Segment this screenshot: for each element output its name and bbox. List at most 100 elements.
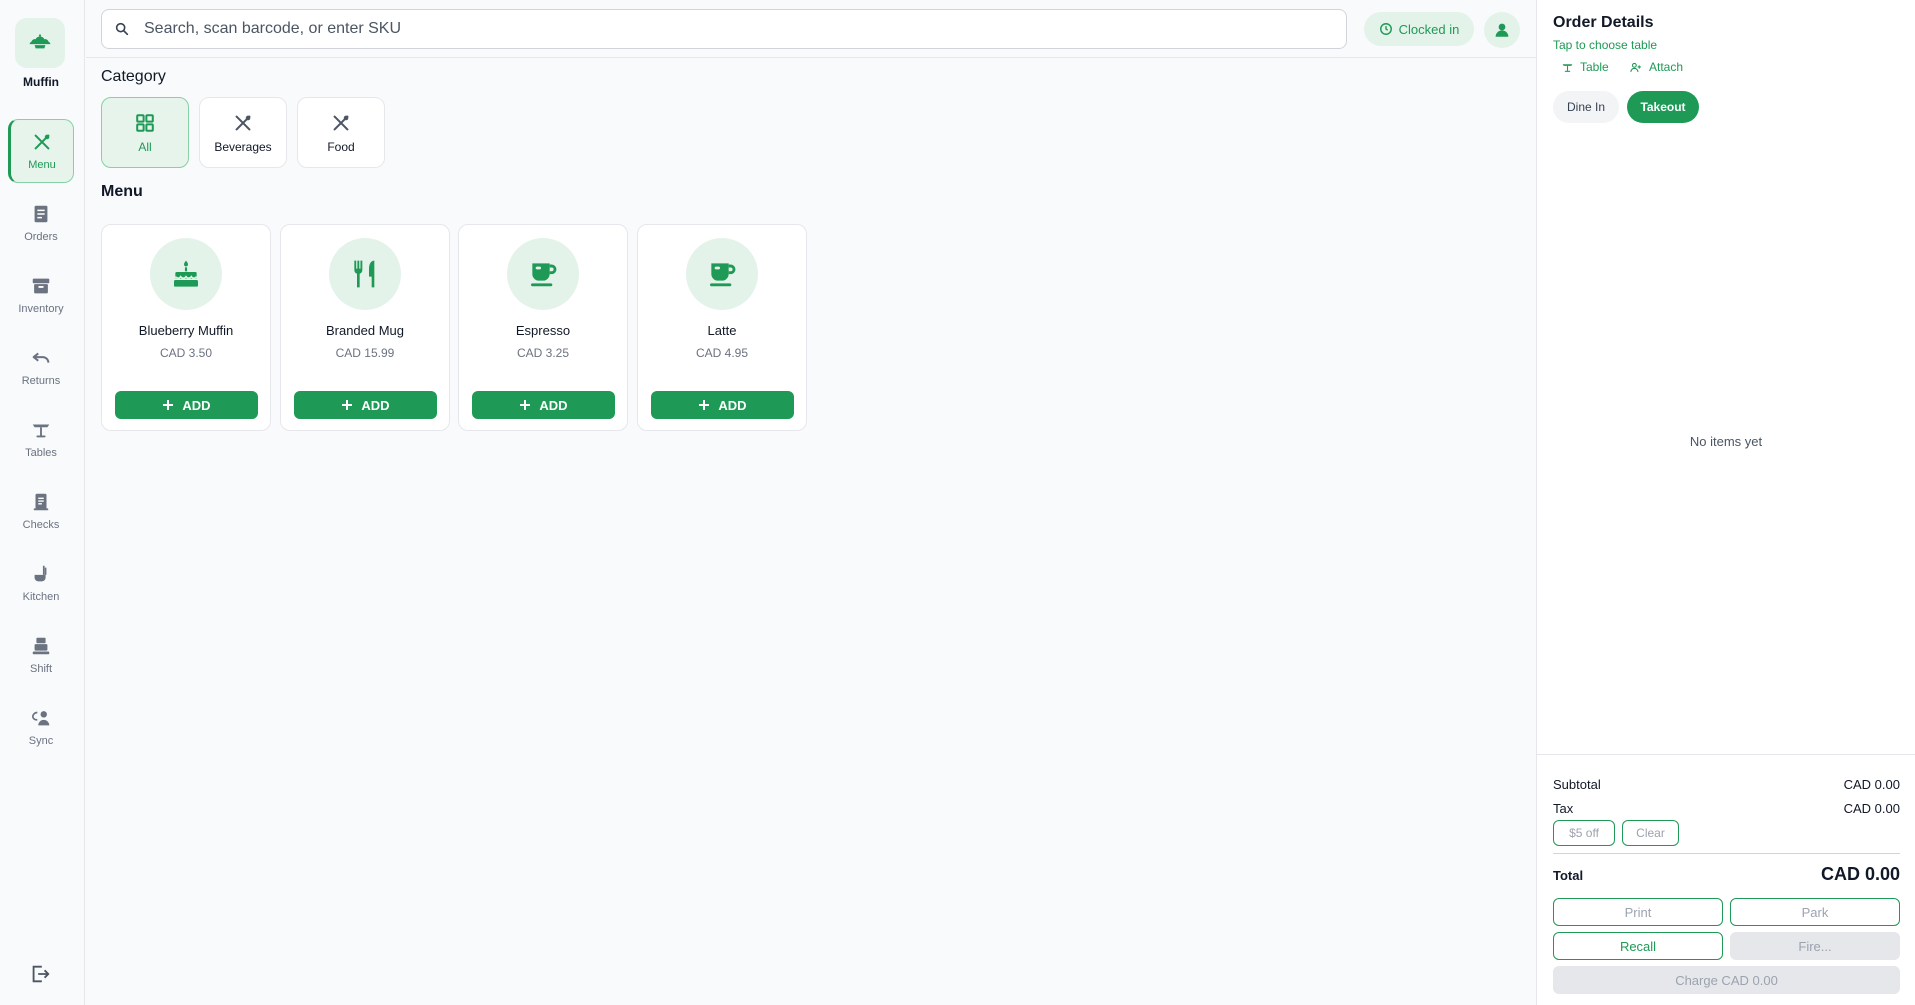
clock-icon [1379,23,1392,35]
table-button-label: Table [1580,60,1609,74]
avatar[interactable] [1484,12,1520,48]
table-icon [1562,63,1573,72]
subtotal-label: Subtotal [1553,777,1601,792]
recall-button[interactable]: Recall [1553,932,1723,960]
sidebar-item-label: Kitchen [22,591,60,603]
sidebar-item-returns[interactable]: Returns [8,335,74,399]
product-card[interactable]: Latte CAD 4.95 ADD [637,224,807,431]
sidebar-item-kitchen[interactable]: Kitchen [8,551,74,615]
order-panel: Order Details Tap to choose table Table … [1536,0,1915,1005]
product-card[interactable]: Blueberry Muffin CAD 3.50 ADD [101,224,271,431]
park-button[interactable]: Park [1730,898,1900,926]
product-name: Branded Mug [325,323,405,338]
category-food[interactable]: Food [297,97,385,168]
category-beverages[interactable]: Beverages [199,97,287,168]
total-value: CAD 0.00 [1820,864,1900,884]
add-button[interactable]: ADD [115,391,258,419]
product-card[interactable]: Branded Mug CAD 15.99 ADD [280,224,450,431]
product-icon-wrap [150,238,222,310]
sync-icon [31,711,50,726]
brand-name: Muffin [23,75,59,89]
sidebar-item-label: Tables [25,447,57,459]
search-icon [115,22,129,36]
empty-order-message: No items yet [1689,434,1763,449]
choose-table-link[interactable]: Tap to choose table [1553,38,1657,52]
attach-customer-button[interactable]: Attach [1629,60,1683,74]
clock-status-label: Clocked in [1398,21,1460,37]
charge-button[interactable]: Charge CAD 0.00 [1553,966,1900,994]
sprout-icon[interactable] [15,18,65,68]
user-icon [1495,23,1509,37]
clear-button[interactable]: Clear [1622,820,1679,846]
category-heading: Category [101,68,166,85]
sidebar-item-label: Orders [24,231,58,243]
archive-box-icon [32,278,50,294]
clock-status-button[interactable]: Clocked in [1364,12,1474,46]
coffee-cup-icon [531,263,557,287]
sidebar-item-checks[interactable]: Checks [8,479,74,543]
sidebar: Muffin Menu Orders Inventory Returns Tab… [0,0,85,1005]
add-label: ADD [718,397,747,413]
attach-user-icon [1630,62,1641,72]
sidebar-item-orders[interactable]: Orders [8,191,74,255]
tax-value: CAD 0.00 [1843,801,1900,816]
discount-button[interactable]: $5 off [1553,820,1615,846]
check-receipt-icon [33,493,49,511]
sidebar-item-label: Menu [28,159,56,171]
add-button[interactable]: ADD [472,391,615,419]
product-price: CAD 15.99 [335,346,395,360]
add-button[interactable]: ADD [651,391,794,419]
dine-in-toggle[interactable]: Dine In [1553,91,1619,123]
total-label: Total [1553,868,1584,883]
plus-icon [699,400,710,410]
sidebar-item-label: Sync [28,735,54,747]
sidebar-item-tables[interactable]: Tables [8,407,74,471]
add-label: ADD [361,397,390,413]
plus-icon [520,400,531,410]
print-button[interactable]: Print [1553,898,1723,926]
product-price: CAD 4.95 [695,346,749,360]
category-all[interactable]: All [101,97,189,168]
utensils-icon [333,115,349,130]
sidebar-item-shift[interactable]: Shift [8,623,74,687]
sidebar-item-menu[interactable]: Menu [8,119,74,183]
top-bar: Clocked in [86,0,1536,58]
takeout-toggle[interactable]: Takeout [1627,91,1699,123]
menu-heading: Menu [101,183,143,200]
sidebar-item-label: Inventory [18,303,64,315]
fire-button[interactable]: Fire... [1730,932,1900,960]
divider [1553,853,1900,854]
fork-knife-icon [354,260,375,288]
utensils-icon [34,134,50,150]
subtotal-value: CAD 0.00 [1843,777,1900,792]
category-label: Food [327,139,355,154]
sidebar-item-inventory[interactable]: Inventory [8,263,74,327]
search-input[interactable] [144,20,1294,38]
product-card[interactable]: Espresso CAD 3.25 ADD [458,224,628,431]
attach-button-label: Attach [1649,60,1684,74]
add-button[interactable]: ADD [294,391,437,419]
product-price: CAD 3.25 [516,346,570,360]
product-name: Espresso [515,323,571,338]
order-title: Order Details [1553,14,1654,31]
table-button[interactable]: Table [1561,60,1609,74]
sidebar-item-sync[interactable]: Sync [8,695,74,759]
tax-row: Tax CAD 0.00 [1553,801,1900,816]
add-label: ADD [182,397,211,413]
kitchen-icon [34,565,47,582]
product-name: Blueberry Muffin [138,323,234,338]
logout-button[interactable] [26,960,54,988]
utensils-icon [235,115,251,130]
sidebar-item-label: Returns [21,375,61,387]
search-bar[interactable] [101,9,1347,49]
grid-icon [136,113,154,132]
product-icon-wrap [686,238,758,310]
divider [1537,754,1915,755]
table-icon [32,424,50,438]
subtotal-row: Subtotal CAD 0.00 [1553,777,1900,792]
tax-label: Tax [1553,801,1574,816]
sidebar-item-label: Shift [29,663,52,675]
coffee-cup-icon [710,263,736,287]
product-name: Latte [707,323,737,338]
receipt-icon [34,205,48,223]
